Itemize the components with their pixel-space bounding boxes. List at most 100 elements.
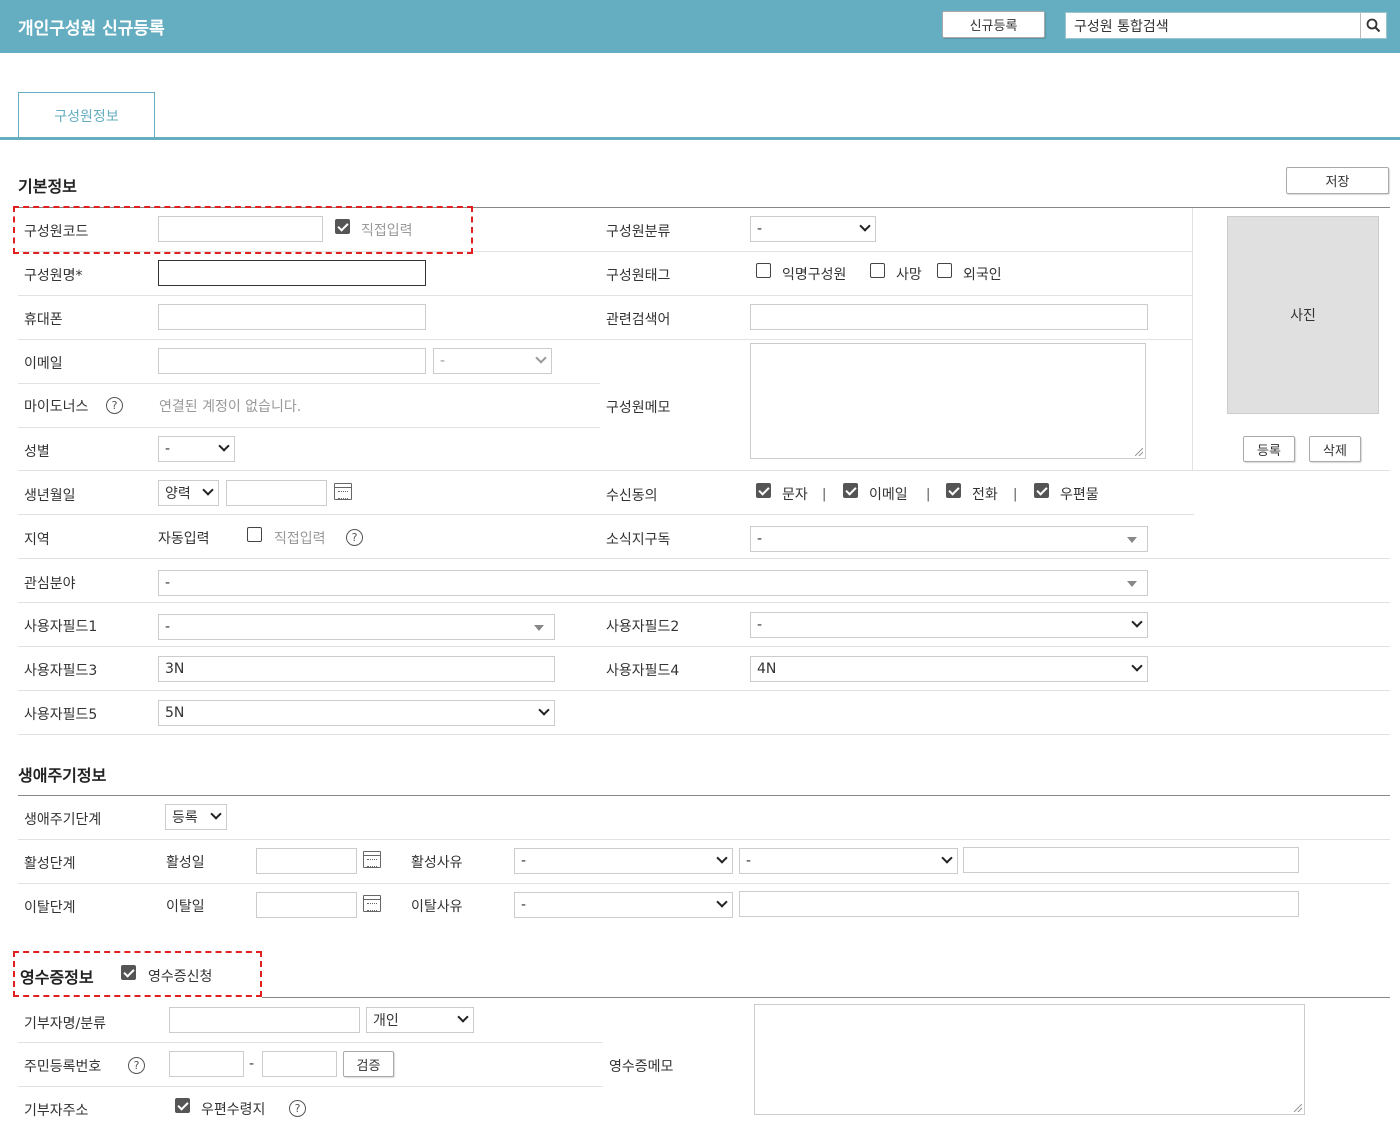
consent-mail-checkbox[interactable] bbox=[1034, 483, 1049, 498]
photo-register-button[interactable]: 등록 bbox=[1243, 436, 1295, 462]
photo-delete-button[interactable]: 삭제 bbox=[1309, 436, 1361, 462]
receipt-memo-textarea[interactable] bbox=[754, 1004, 1305, 1115]
help-icon[interactable]: ? bbox=[128, 1057, 145, 1074]
tab-member-info[interactable]: 구성원정보 bbox=[18, 92, 155, 139]
search-input[interactable] bbox=[1066, 13, 1362, 38]
interest-value: - bbox=[165, 575, 171, 591]
user-field-1-select[interactable]: - bbox=[158, 614, 555, 640]
new-register-button[interactable]: 신규등록 bbox=[942, 11, 1045, 38]
birth-date-input[interactable] bbox=[226, 480, 327, 506]
divider bbox=[18, 690, 1390, 691]
interest-select[interactable]: - bbox=[158, 570, 1148, 596]
email-input[interactable] bbox=[158, 348, 426, 374]
postal-checkbox[interactable] bbox=[175, 1098, 190, 1113]
region-label: 지역 bbox=[24, 532, 50, 548]
birth-calendar-value: 양력 bbox=[165, 486, 191, 502]
caret-down-icon bbox=[1127, 537, 1137, 543]
resize-grip-icon[interactable] bbox=[1294, 1104, 1302, 1112]
resize-grip-icon[interactable] bbox=[1135, 448, 1143, 456]
search-button[interactable] bbox=[1360, 13, 1386, 38]
member-memo-textarea[interactable] bbox=[750, 343, 1146, 459]
save-button[interactable]: 저장 bbox=[1286, 167, 1389, 194]
consent-phone-checkbox[interactable] bbox=[946, 483, 961, 498]
consent-sms-label: 문자 bbox=[782, 487, 808, 503]
calendar-icon[interactable] bbox=[334, 483, 352, 500]
calendar-icon[interactable] bbox=[363, 851, 381, 868]
help-icon[interactable]: ? bbox=[346, 529, 363, 546]
rrn-second-input[interactable] bbox=[262, 1051, 337, 1077]
newsletter-select[interactable]: - bbox=[750, 526, 1148, 552]
active-reason-value-1: - bbox=[521, 853, 527, 869]
active-reason-select-2[interactable]: - bbox=[739, 848, 958, 874]
chevron-down-icon bbox=[941, 852, 953, 864]
consent-mail-label: 우편물 bbox=[1060, 487, 1099, 503]
donor-type-value: 개인 bbox=[373, 1013, 399, 1029]
phone-input[interactable] bbox=[158, 304, 426, 330]
user-field-5-value: 5N bbox=[165, 705, 185, 721]
user-field-4-select[interactable]: 4N bbox=[750, 656, 1148, 682]
donor-name-input[interactable] bbox=[169, 1007, 360, 1033]
highlight-box bbox=[13, 951, 262, 997]
churn-date-input[interactable] bbox=[256, 892, 357, 918]
interest-label: 관심분야 bbox=[24, 576, 76, 592]
active-reason-select-1[interactable]: - bbox=[514, 848, 733, 874]
divider bbox=[18, 1042, 603, 1043]
chevron-down-icon bbox=[210, 808, 222, 820]
mydonors-label: 마이도너스 bbox=[24, 399, 89, 415]
active-reason-value-2: - bbox=[746, 853, 752, 869]
user-field-2-value: - bbox=[757, 617, 763, 633]
verify-button[interactable]: 검증 bbox=[343, 1051, 394, 1077]
foreigner-checkbox[interactable] bbox=[937, 263, 952, 278]
active-reason-input[interactable] bbox=[963, 847, 1299, 873]
churn-reason-value: - bbox=[521, 897, 527, 913]
anonymous-label: 익명구성원 bbox=[782, 267, 847, 283]
divider bbox=[18, 1086, 603, 1087]
member-tag-label: 구성원태그 bbox=[606, 268, 671, 284]
lifecycle-stage-select[interactable]: 등록 bbox=[165, 804, 227, 830]
help-icon[interactable]: ? bbox=[289, 1100, 306, 1117]
email-domain-select[interactable]: - bbox=[433, 348, 552, 374]
donor-type-select[interactable]: 개인 bbox=[366, 1007, 474, 1033]
divider bbox=[18, 470, 1390, 471]
help-icon[interactable]: ? bbox=[106, 397, 123, 414]
chevron-down-icon bbox=[859, 220, 871, 232]
chevron-down-icon bbox=[218, 440, 230, 452]
consent-email-checkbox[interactable] bbox=[843, 483, 858, 498]
user-field-2-select[interactable]: - bbox=[750, 612, 1148, 638]
anonymous-checkbox[interactable] bbox=[756, 263, 771, 278]
deceased-checkbox[interactable] bbox=[870, 263, 885, 278]
user-field-3-input[interactable] bbox=[158, 656, 555, 682]
consent-label: 수신동의 bbox=[606, 488, 658, 504]
gender-select[interactable]: - bbox=[158, 436, 235, 462]
page-title: 개인구성원 신규등록 bbox=[18, 19, 165, 39]
donor-name-label: 기부자명/분류 bbox=[24, 1016, 106, 1032]
rrn-first-input[interactable] bbox=[169, 1051, 244, 1077]
foreigner-label: 외국인 bbox=[963, 267, 1002, 283]
divider bbox=[18, 839, 1390, 840]
user-field-5-label: 사용자필드5 bbox=[24, 707, 98, 723]
calendar-icon[interactable] bbox=[363, 895, 381, 912]
separator: | bbox=[926, 487, 931, 502]
highlight-box bbox=[13, 206, 473, 254]
member-name-input[interactable] bbox=[158, 260, 426, 286]
divider bbox=[18, 514, 1194, 515]
churn-reason-input[interactable] bbox=[739, 891, 1299, 917]
mydonors-value: 연결된 계정이 없습니다. bbox=[159, 399, 302, 415]
active-date-input[interactable] bbox=[256, 848, 357, 874]
birth-calendar-select[interactable]: 양력 bbox=[158, 480, 219, 506]
chevron-down-icon bbox=[202, 484, 214, 496]
user-field-5-select[interactable]: 5N bbox=[158, 700, 555, 726]
region-direct-checkbox[interactable] bbox=[247, 527, 262, 542]
chevron-down-icon bbox=[1131, 660, 1143, 672]
gender-value: - bbox=[165, 441, 171, 457]
divider bbox=[18, 883, 1390, 884]
member-category-select[interactable]: - bbox=[750, 216, 876, 242]
divider bbox=[18, 383, 600, 384]
chevron-down-icon bbox=[535, 352, 547, 364]
lifecycle-title: 생애주기정보 bbox=[18, 766, 107, 785]
keyword-input[interactable] bbox=[750, 304, 1148, 330]
receipt-memo-label: 영수증메모 bbox=[609, 1059, 674, 1075]
churn-reason-select[interactable]: - bbox=[514, 892, 733, 918]
divider bbox=[18, 795, 1390, 796]
consent-sms-checkbox[interactable] bbox=[756, 483, 771, 498]
